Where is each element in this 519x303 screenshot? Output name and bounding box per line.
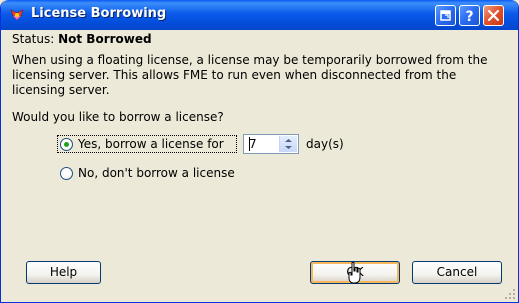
no-radio-label[interactable]: No, don't borrow a license (78, 166, 235, 180)
hand-cursor-icon (348, 262, 361, 284)
days-value[interactable]: 7 (249, 137, 257, 151)
license-ribbon-icon (10, 9, 24, 21)
borrow-question: Would you like to borrow a license? (12, 110, 224, 124)
status-value: Not Borrowed (58, 32, 152, 46)
help-popup-button[interactable] (435, 5, 456, 26)
title-bar[interactable]: License Borrowing ? (1, 0, 518, 30)
days-spinbox[interactable]: 7 (243, 134, 299, 154)
help-popup-icon (440, 10, 451, 21)
days-unit-label: day(s) (306, 137, 344, 151)
yes-radio-label[interactable]: Yes, borrow a license for (78, 137, 224, 151)
license-borrowing-dialog: License Borrowing ? Status: Not Borrowed… (0, 0, 519, 303)
status-label: Status: (12, 32, 55, 46)
close-button[interactable] (483, 5, 504, 26)
close-icon (487, 9, 500, 22)
no-radio[interactable] (60, 167, 73, 180)
description-text: When using a floating license, a license… (12, 53, 488, 97)
help-button[interactable]: Help (26, 261, 101, 284)
spin-arrows-icon (285, 139, 292, 149)
spin-buttons[interactable] (279, 136, 297, 152)
status-line: Status: Not Borrowed (12, 32, 152, 46)
window-title: License Borrowing (31, 6, 167, 21)
resize-grip-icon[interactable] (504, 288, 516, 300)
help-button-titlebar[interactable]: ? (459, 5, 480, 26)
svg-text:?: ? (465, 9, 473, 25)
yes-radio[interactable] (60, 138, 73, 151)
radio-selected-dot (64, 142, 69, 147)
help-icon: ? (465, 9, 473, 25)
cancel-button[interactable]: Cancel (412, 261, 502, 284)
